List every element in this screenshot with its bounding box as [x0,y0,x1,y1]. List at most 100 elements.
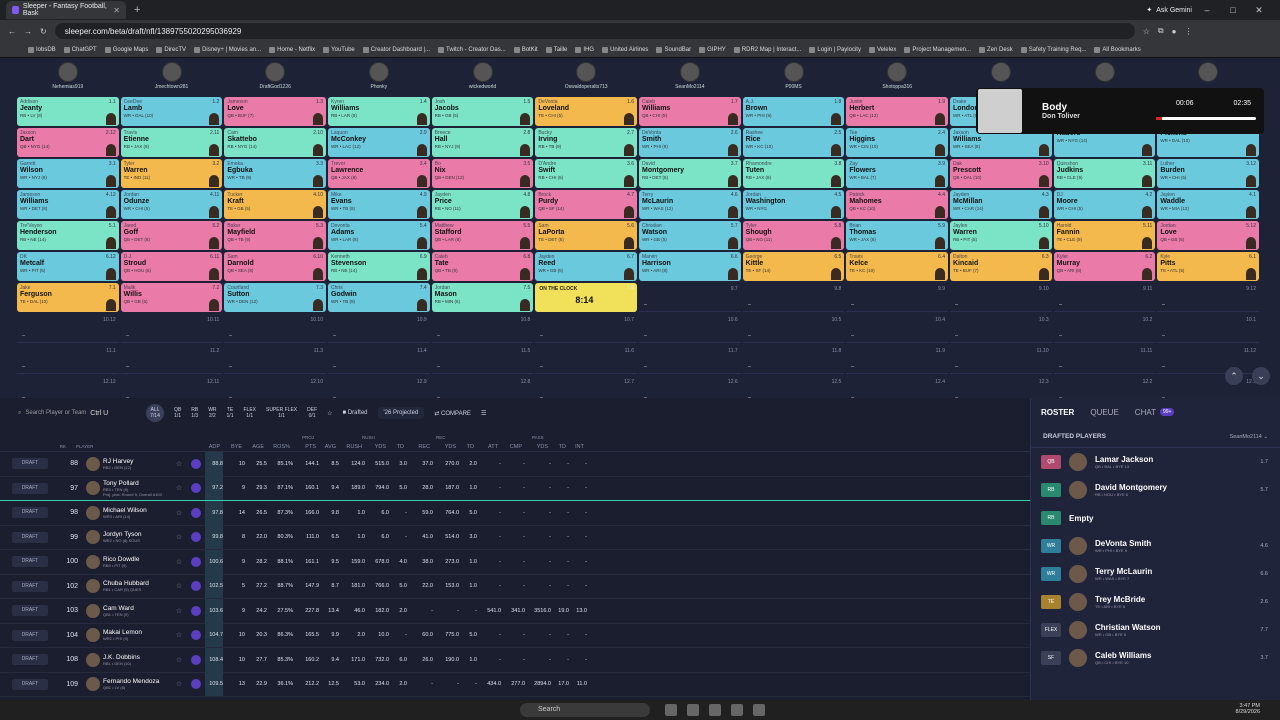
music-progress-bar[interactable] [1156,117,1256,120]
manager-column-header[interactable]: DraftGod1226 [223,62,327,96]
drafted-pick[interactable]: Josh Jacobs RB • GB (5) 1.5 [431,97,534,126]
empty-pick[interactable]: 10.4 [846,314,948,343]
bookmark-item[interactable]: Safety Training Req... [1020,46,1086,53]
drafted-pick[interactable]: George Kittle TE • SF (14) 6.5 [742,252,845,281]
draft-button[interactable]: DRAFT [12,458,48,470]
empty-pick[interactable]: 11.2 [120,345,223,374]
on-the-clock-pick[interactable]: ON THE CLOCK 8:14 7.6 [535,283,637,312]
favorite-star-icon[interactable]: ☆ [173,656,185,664]
bookmark-item[interactable]: Creator Dashboard |... [362,46,430,53]
roster-slot[interactable]: RB David Montgomery RB • HOU • BYE 6 5.7 [1031,476,1280,504]
drafted-pick[interactable]: Luther Burden WR • CHI (5) 3.12 [1157,159,1259,188]
drafted-pick[interactable]: Devonta Adams WR • LAR (8) 5.4 [327,221,430,250]
draft-button[interactable]: DRAFT [12,580,48,592]
empty-pick[interactable]: 10.3 [949,314,1052,343]
close-window-icon[interactable]: ✕ [1248,5,1270,16]
drafted-pick[interactable]: Rhamondre Tuten RB • JAX (8) 3.8 [742,159,845,188]
empty-pick[interactable]: 11.4 [327,345,430,374]
drafted-pick[interactable]: David Montgomery RB • DET (8) 3.7 [638,159,741,188]
chrome-icon[interactable] [687,704,699,716]
drafted-pick[interactable]: Brock Purdy QB • SF (14) 4.7 [535,190,637,219]
drafted-pick[interactable]: Baker Mayfield QB • TB (9) 5.3 [224,221,326,250]
column-yds[interactable]: YDS [522,444,548,450]
maximize-icon[interactable]: □ [1222,5,1244,15]
forward-icon[interactable]: → [24,27,32,36]
scroll-down-button[interactable]: ⌄ [1252,367,1270,385]
draft-button[interactable]: DRAFT [12,531,48,543]
drafted-pick[interactable]: Emeka Egbuka WR • TB (9) 3.3 [224,159,326,188]
drafted-pick[interactable]: Patrick Mahomes QB • KC (10) 4.4 [846,190,948,219]
bookmark-item[interactable]: ChatGPT [63,46,97,53]
player-name-cell[interactable]: Tony Pollard RB3 • TEN (9) Proj. pick: Rou… [103,480,173,497]
bookmark-item[interactable]: Login | Paylocity [809,46,861,53]
drafted-pick[interactable]: Jake Ferguson TE • DAL (10) 7.1 [17,283,119,312]
drafted-pick[interactable]: Christian Watson WR • GB (5) 5.7 [638,221,741,250]
queue-icon[interactable] [191,605,201,616]
drafted-pick[interactable]: Brian Thomas WR • JAX (8) 5.9 [846,221,948,250]
drafted-pick[interactable]: Terry McLaurin WR • WAS (12) 4.6 [638,190,741,219]
column-td[interactable]: TD [386,444,404,450]
drafted-pick[interactable]: Jayden Reed WR • GB (5) 6.7 [535,252,637,281]
drafted-pick[interactable]: Caleb Tate QB • TB (9) 6.8 [431,252,534,281]
position-filter-super-flex[interactable]: SUPER FLEX 1/1 [266,407,297,419]
player-name-cell[interactable]: RJ Harvey RB2 • DEN (12) [103,458,173,470]
player-search[interactable]: ⌕ Search Player or Team Ctrl U [18,410,136,417]
drafted-pick[interactable]: Caleb Williams QB • CHI (5) 1.7 [638,97,741,126]
player-row[interactable]: DRAFT 88 RJ Harvey RB2 • DEN (12) ☆ 88.8 10 25.… [0,451,1030,477]
profile-icon[interactable]: ● [1172,27,1177,36]
manager-column-header[interactable]: P00MS [742,62,846,96]
queue-icon[interactable] [191,679,201,690]
roster-slot[interactable]: SF Caleb Williams QB • CHI • BYE 10 3.7 [1031,644,1280,672]
manager-column-header[interactable]: wickedworld [431,62,535,96]
reload-icon[interactable]: ↻ [40,27,47,36]
queue-icon[interactable] [191,507,201,518]
drafted-pick[interactable]: Kyler Murray QB • ARI (8) 6.2 [1053,252,1156,281]
player-row[interactable]: DRAFT 97 Tony Pollard RB3 • TEN (9) Proj. pi… [0,476,1030,501]
drafted-pick[interactable]: Jameson Love QB • BUF (7) 1.3 [224,97,326,126]
empty-pick[interactable]: 10.7 [535,314,637,343]
empty-pick[interactable]: 9.9 [846,283,948,312]
drafted-pick[interactable]: Sam LaPorta TE • DET (8) 5.6 [535,221,637,250]
favorite-star-icon[interactable]: ☆ [173,509,185,517]
empty-pick[interactable]: 10.10 [224,314,326,343]
draft-button[interactable]: DRAFT [12,507,48,519]
drafted-pick[interactable]: Tee Higgins WR • CIN (10) 2.4 [846,128,948,157]
empty-pick[interactable]: 9.8 [742,283,845,312]
player-name-cell[interactable]: Cam Ward QB1 • TEN (9) [103,605,173,617]
queue-icon[interactable] [191,630,201,641]
column-rec[interactable]: REC [404,444,430,450]
drafted-pick[interactable]: Harold Fannin TE • CLE (9) 5.11 [1053,221,1156,250]
drafted-pick[interactable]: CeeDee Lamb WR • DAL (10) 1.2 [120,97,223,126]
bookmark-item[interactable]: Project Managemen... [904,46,971,53]
draft-button[interactable]: DRAFT [12,556,48,568]
position-filter-all[interactable]: ALL 7/14 [146,404,164,422]
drafted-pick[interactable]: DeVonta Smith WR • PHI (9) 2.6 [638,128,741,157]
drafted-pick[interactable]: Dalton Kincaid TE • BUF (7) 6.3 [949,252,1052,281]
drafted-pick[interactable]: Trevor Lawrence QB • JAX (8) 3.4 [327,159,430,188]
empty-pick[interactable]: 11.11 [1053,345,1156,374]
bookmark-item[interactable]: Taille [545,46,567,53]
close-tab-icon[interactable]: ✕ [113,6,120,15]
bookmark-item[interactable]: RDR2 Map | Interact... [733,46,801,53]
draft-button[interactable]: DRAFT [12,629,48,641]
drafted-pick[interactable]: Tyler Warren TE • IND (11) 3.2 [120,159,223,188]
drafted-pick[interactable]: Matthew Stafford QB • LAR (8) 5.5 [431,221,534,250]
projection-select[interactable]: '26 Projected [377,407,425,419]
player-name-cell[interactable]: Makai Lemon WR2 • PHI (9) [103,629,173,641]
drafted-pick[interactable]: Travis Kelce TE • KC (10) 6.4 [846,252,948,281]
column-int[interactable]: INT [566,444,584,450]
column-att[interactable]: ATT [474,444,498,450]
drafted-pick[interactable]: Courtland Sutton WR • DEN (12) 7.3 [224,283,326,312]
bookmark-item[interactable]: Velelex [868,46,896,53]
drafted-pick[interactable]: DeVonta Loveland TE • CHI (5) 1.6 [535,97,637,126]
manager-column-header[interactable]: Nehemias919 [16,62,120,96]
minimize-icon[interactable]: – [1196,5,1218,15]
settings-sliders-icon[interactable]: ☰ [481,410,486,417]
column-yds[interactable]: YDS [362,444,386,450]
column-yds[interactable]: YDS [430,444,456,450]
favorite-star-icon[interactable]: ☆ [173,460,185,468]
side-tab-queue[interactable]: QUEUE [1090,408,1118,417]
empty-pick[interactable]: 11.10 [949,345,1052,374]
drafted-pick[interactable]: Malik Willis QB • GB (5) 7.2 [120,283,223,312]
empty-pick[interactable]: 11.8 [742,345,845,374]
